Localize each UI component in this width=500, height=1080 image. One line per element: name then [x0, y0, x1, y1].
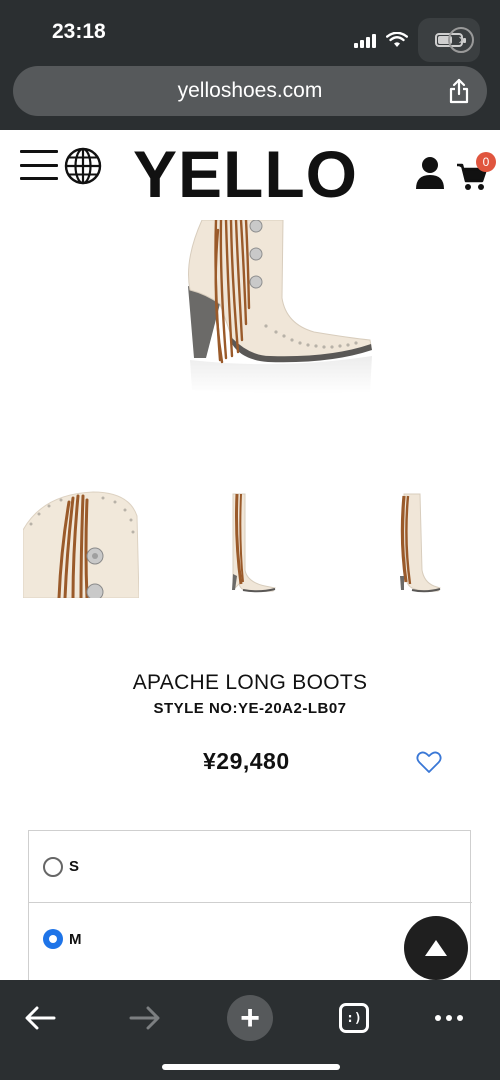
- tabs-icon: :): [339, 1003, 369, 1033]
- size-option-s[interactable]: S: [29, 831, 472, 903]
- menu-icon[interactable]: [20, 150, 58, 180]
- wifi-icon: [386, 32, 408, 47]
- arrow-left-icon: [25, 1006, 56, 1030]
- triangle-up-icon: [425, 940, 447, 956]
- thumbnail-side[interactable]: [193, 490, 309, 598]
- more-dots-icon: [435, 1015, 463, 1021]
- account-icon[interactable]: [414, 156, 446, 190]
- main-product-image[interactable]: [0, 220, 500, 400]
- arrow-right-icon: [129, 1006, 160, 1030]
- size-s-label: S: [69, 858, 80, 875]
- address-bar[interactable]: yelloshoes.com: [13, 66, 487, 116]
- status-icons: ›: [354, 18, 480, 62]
- style-number: STYLE NO:YE-20A2-LB07: [153, 700, 347, 717]
- product-name: APACHE LONG BOOTS: [132, 671, 368, 694]
- battery-indicator: ›: [418, 18, 480, 62]
- size-s-radio[interactable]: [43, 856, 63, 877]
- thumbnail-detail[interactable]: [23, 490, 139, 598]
- boot-detail-image: [23, 490, 139, 598]
- size-m-label: M: [69, 930, 82, 948]
- status-time: 23:18: [52, 20, 106, 43]
- share-icon[interactable]: [447, 78, 471, 104]
- back-button[interactable]: [12, 990, 68, 1046]
- forward-button[interactable]: [117, 990, 173, 1046]
- thumbnail-back[interactable]: [360, 490, 476, 598]
- boot-side-image: [232, 493, 276, 593]
- product-price: ¥29,480: [203, 748, 290, 774]
- new-tab-button[interactable]: +: [222, 990, 278, 1046]
- plus-icon: +: [227, 995, 273, 1041]
- more-menu-button[interactable]: [421, 990, 477, 1046]
- favorite-heart-icon[interactable]: [416, 749, 442, 775]
- url-text: yelloshoes.com: [177, 79, 323, 102]
- globe-icon[interactable]: [64, 147, 102, 185]
- site-header: YELLO: [0, 130, 500, 220]
- tab-switcher-button[interactable]: :): [326, 990, 382, 1046]
- boot-main-image: [188, 220, 372, 394]
- cellular-signal-icon: [354, 32, 376, 48]
- cart-count-badge: 0: [476, 152, 496, 172]
- scroll-to-top-button[interactable]: [404, 916, 468, 980]
- home-indicator: [162, 1064, 340, 1070]
- boot-back-image: [400, 493, 441, 593]
- assistive-arrow-icon[interactable]: ›: [448, 27, 474, 53]
- site-logo[interactable]: YELLO: [133, 138, 358, 210]
- size-m-radio[interactable]: [43, 929, 63, 949]
- browser-top-bar: 23:18 › yelloshoes.com: [0, 0, 500, 130]
